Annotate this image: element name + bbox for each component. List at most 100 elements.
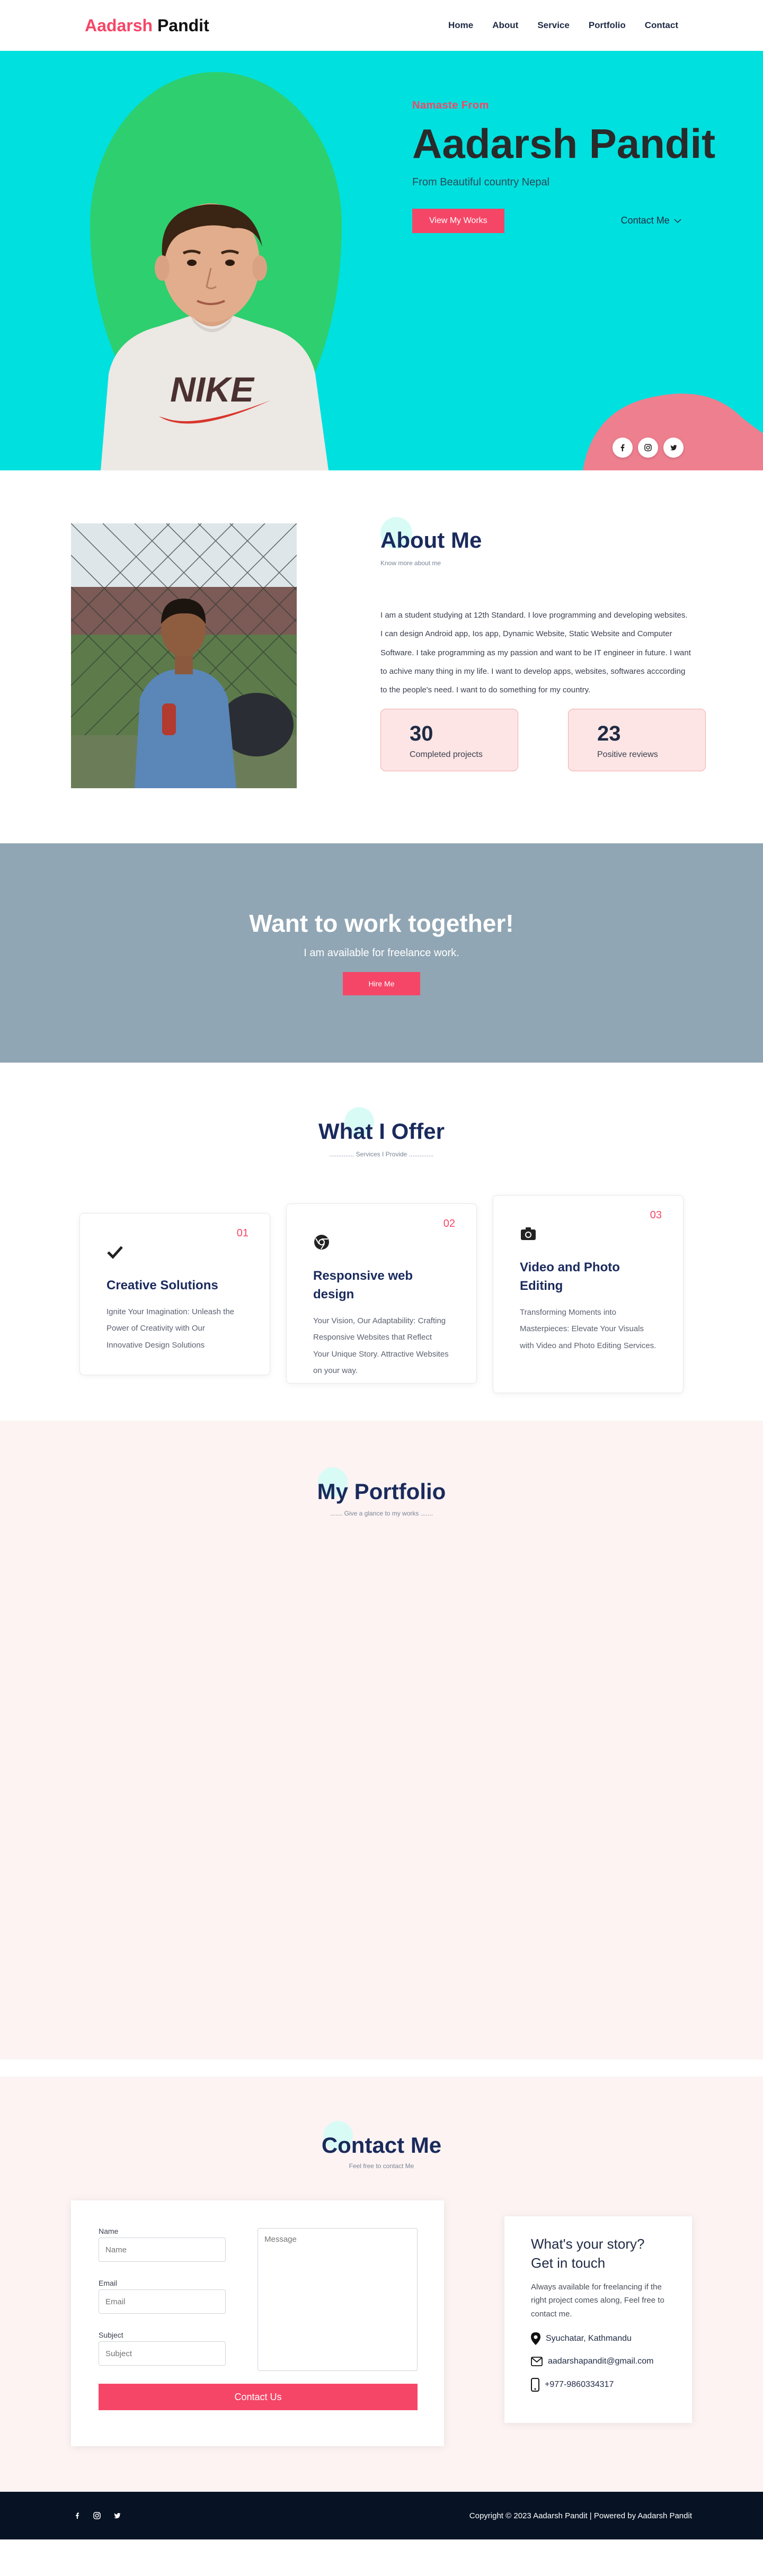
twitter-icon — [670, 445, 677, 451]
nav-link-portfolio[interactable]: Portfolio — [589, 20, 626, 31]
services-subtitle-text: Services I Provide — [356, 1151, 407, 1158]
facebook-icon[interactable] — [74, 2512, 81, 2519]
nav-links: Home About Service Portfolio Contact — [448, 20, 678, 31]
card-title: Video and Photo Editing — [520, 1260, 620, 1293]
phone-text: +977-9860334317 — [545, 2380, 614, 2390]
chrome-icon — [314, 1235, 329, 1250]
hero-section: NIKE Namaste From Aadarsh Pandit From Be… — [0, 51, 763, 470]
subtitle-dots-right: ....... — [419, 1510, 433, 1517]
hire-title: Want to work together! — [249, 910, 514, 937]
contact-info-card: What's your story? Get in touch Always a… — [504, 2216, 692, 2423]
email-input[interactable] — [99, 2289, 226, 2314]
contact-section: Contact Me Feel free to contact Me Name … — [0, 2076, 763, 2492]
portfolio-section: My Portfolio ....... Give a glance to my… — [0, 1421, 763, 2060]
portfolio-title: My Portfolio — [317, 1479, 446, 1504]
phone-row[interactable]: +977-9860334317 — [531, 2378, 666, 2392]
email-row[interactable]: aadarshapandit@gmail.com — [531, 2357, 666, 2367]
service-card-creative[interactable]: 01 Creative Solutions Ignite Your Imagin… — [79, 1213, 270, 1375]
instagram-icon[interactable] — [93, 2512, 101, 2519]
hero-instagram-link[interactable] — [638, 438, 658, 458]
hero-contact-label: Contact Me — [620, 215, 670, 226]
logo-first-name: Aadarsh — [85, 15, 153, 35]
subtitle-dots-right: .............. — [407, 1151, 434, 1158]
card-text: Transforming Moments into Masterpieces: … — [520, 1307, 656, 1350]
about-subtitle: Know more about me — [380, 559, 441, 567]
name-input[interactable] — [99, 2238, 226, 2262]
stat-number: 23 — [597, 722, 621, 745]
hero-wave-shape — [583, 394, 763, 470]
hero-twitter-link[interactable] — [663, 438, 684, 458]
subtitle-dots-left: ....... — [330, 1510, 344, 1517]
card-text: Ignite Your Imagination: Unleash the Pow… — [107, 1307, 235, 1350]
footer-copyright: Copyright © 2023 Aadarsh Pandit | Powere… — [469, 2511, 692, 2520]
address-text: Syuchatar, Kathmandu — [546, 2334, 632, 2343]
card-number: 02 — [443, 1218, 455, 1229]
hero-social-links — [613, 438, 684, 458]
story-title: What's your story? Get in touch — [531, 2236, 645, 2271]
name-label: Name — [99, 2227, 119, 2235]
hero-subtitle: From Beautiful country Nepal — [412, 176, 550, 188]
service-card-web-design[interactable]: 02 Responsive web design Your Vision, Ou… — [286, 1204, 477, 1384]
logo-last-name: Pandit — [157, 15, 209, 35]
card-number: 03 — [650, 1209, 662, 1221]
contact-form: Name Email Subject Contact Us — [71, 2200, 444, 2446]
nav-link-service[interactable]: Service — [537, 20, 570, 31]
instagram-icon — [644, 444, 652, 451]
nav-link-about[interactable]: About — [492, 20, 518, 31]
subject-label: Subject — [99, 2331, 123, 2339]
stat-label: Completed projects — [410, 750, 483, 759]
phone-icon — [531, 2378, 539, 2392]
subtitle-dots-left: .............. — [329, 1151, 356, 1158]
shirt-text: NIKE — [170, 370, 255, 409]
view-my-works-button[interactable]: View My Works — [412, 208, 504, 233]
contact-us-button[interactable]: Contact Us — [99, 2384, 418, 2410]
hero-name: Aadarsh Pandit — [412, 120, 716, 167]
footer: Copyright © 2023 Aadarsh Pandit | Powere… — [0, 2492, 763, 2539]
card-title: Responsive web design — [313, 1269, 413, 1302]
hire-me-button[interactable]: Hire Me — [343, 972, 420, 995]
services-title: What I Offer — [318, 1119, 445, 1144]
portfolio-subtitle-text: Give a glance to my works — [344, 1510, 419, 1517]
card-text: Your Vision, Our Adaptability: Crafting … — [313, 1316, 449, 1376]
hire-section: Want to work together! I am available fo… — [0, 843, 763, 1063]
contact-subtitle: Feel free to contact Me — [349, 2162, 414, 2170]
message-textarea[interactable] — [258, 2228, 418, 2371]
nav-link-home[interactable]: Home — [448, 20, 473, 31]
location-pin-icon — [531, 2332, 540, 2346]
footer-social-links — [74, 2512, 121, 2519]
hero-contact-link[interactable]: Contact Me — [621, 215, 681, 226]
stat-completed-projects: 30 Completed projects — [380, 709, 518, 771]
stat-label: Positive reviews — [597, 750, 658, 759]
camera-icon — [521, 1227, 536, 1240]
email-text: aadarshapandit@gmail.com — [548, 2357, 654, 2366]
services-subtitle: .............. Services I Provide ......… — [0, 1151, 763, 1158]
mail-icon — [531, 2357, 543, 2367]
about-photo — [71, 523, 297, 788]
address-row: Syuchatar, Kathmandu — [531, 2332, 666, 2346]
portfolio-subtitle: ....... Give a glance to my works ......… — [0, 1510, 763, 1517]
card-number: 01 — [236, 1227, 249, 1239]
email-label: Email — [99, 2279, 118, 2287]
stat-number: 30 — [410, 722, 433, 745]
section-gap — [0, 2060, 763, 2076]
hire-subtitle: I am available for freelance work. — [304, 947, 459, 959]
hero-facebook-link[interactable] — [613, 438, 633, 458]
contact-title: Contact Me — [321, 2133, 442, 2158]
services-section: What I Offer .............. Services I P… — [0, 1063, 763, 1421]
hero-text-block: Namaste From Aadarsh Pandit From Beautif… — [412, 100, 715, 233]
stat-positive-reviews: 23 Positive reviews — [568, 709, 706, 771]
top-navigation: Aadarsh Pandit Home About Service Portfo… — [0, 0, 763, 51]
subject-input[interactable] — [99, 2341, 226, 2366]
site-logo[interactable]: Aadarsh Pandit — [85, 16, 209, 35]
about-title: About Me — [380, 528, 482, 552]
about-body-text: I am a student studying at 12th Standard… — [380, 611, 691, 694]
nav-link-contact[interactable]: Contact — [645, 20, 678, 31]
about-section: About Me Know more about me I am a stude… — [0, 470, 763, 843]
hero-portrait: NIKE — [101, 203, 329, 470]
story-text: Always available for freelancing if the … — [531, 2282, 664, 2319]
chevron-down-icon — [674, 219, 681, 223]
check-icon — [107, 1246, 123, 1259]
service-card-video-photo[interactable]: 03 Video and Photo Editing Transforming … — [493, 1195, 684, 1393]
twitter-icon[interactable] — [113, 2512, 121, 2519]
hero-actions: View My Works Contact Me — [412, 208, 715, 233]
